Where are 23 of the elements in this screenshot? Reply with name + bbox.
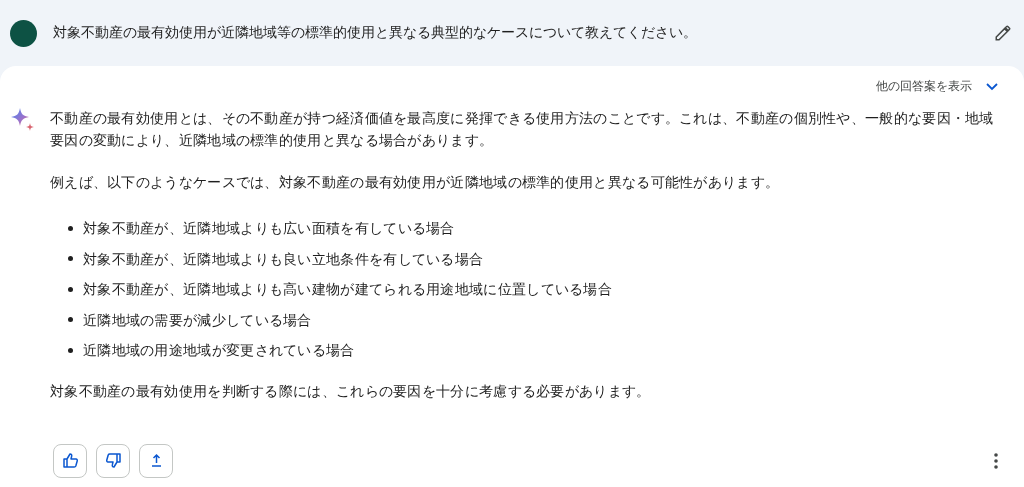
- list-item-text: 対象不動産が、近隣地域よりも広い面積を有している場合: [83, 219, 455, 239]
- show-drafts-button[interactable]: 他の回答案を表示: [876, 76, 998, 97]
- answer-paragraph: 例えば、以下のようなケースでは、対象不動産の最有効使用が近隣地域の標準的使用と異なる可能性があります。: [50, 173, 781, 192]
- thumbs-up-icon: [61, 452, 79, 469]
- bullet-icon: [68, 256, 73, 262]
- share-button[interactable]: [139, 443, 173, 478]
- list-item-text: 対象不動産が、近隣地域よりも高い建物が建てられる用途地域に位置している場合: [83, 280, 613, 300]
- list-item-text: 対象不動産が、近隣地域よりも良い立地条件を有している場合: [83, 249, 484, 269]
- thumbs-down-icon: [104, 452, 122, 469]
- dislike-button[interactable]: [96, 443, 130, 478]
- answer-paragraph: 不動産の最有効使用とは、その不動産が持つ経済価値を最高度に発揮できる使用方法のことです。これは、不動産の個別性や、一般的な要因・地域要因の変動により、近隣地域の標準的使用と異なる場合があります。: [50, 109, 995, 150]
- prompt-text: 対象不動産の最有効使用が近隣地域等の標準的使用と異なる典型的なケースについて教えてください。: [53, 24, 698, 42]
- edit-icon[interactable]: [994, 24, 1012, 42]
- bullet-icon: [68, 225, 73, 231]
- user-avatar: [10, 19, 37, 47]
- bullet-icon: [68, 286, 73, 292]
- like-button[interactable]: [53, 443, 87, 478]
- more-options-icon[interactable]: [994, 452, 998, 469]
- answer-paragraph: 対象不動産の最有効使用を判断する際には、これらの要因を十分に考慮する必要があります。: [50, 381, 652, 401]
- bullet-icon: [68, 347, 73, 353]
- list-item-text: 近隣地域の用途地域が変更されている場合: [83, 341, 355, 361]
- bullet-icon: [68, 317, 73, 323]
- list-item-text: 近隣地域の需要が減少している場合: [83, 310, 312, 330]
